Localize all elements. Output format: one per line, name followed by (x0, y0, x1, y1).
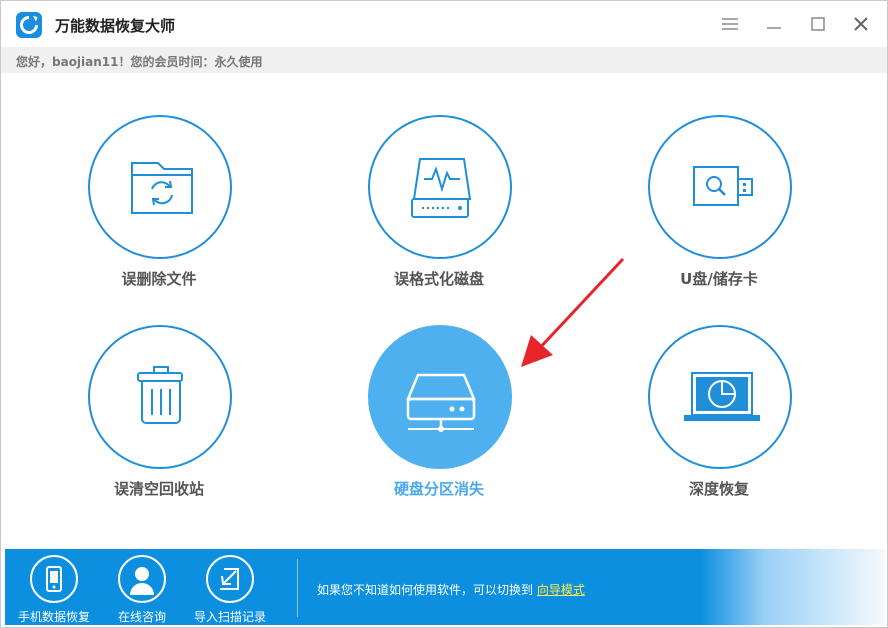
member-greeting: 您好，baojian11！您的会员时间：永久使用 (16, 55, 263, 69)
red-arrow-annotation (521, 257, 625, 367)
trash-icon[interactable] (88, 325, 232, 469)
member-info-bar: 您好，baojian11！您的会员时间：永久使用 (1, 47, 887, 73)
person-icon (118, 555, 166, 603)
tile-label: 误清空回收站 (113, 480, 204, 498)
app-logo-icon (16, 12, 42, 38)
hamburger-icon (722, 18, 738, 30)
tile-label: 硬盘分区消失 (393, 480, 484, 498)
app-window: 万能数据恢复大师 您好，baojian11！您的会员时间：永久使用 误删除文件 … (0, 0, 888, 628)
tile-label: 误删除文件 (121, 270, 197, 288)
usb-search-icon[interactable] (648, 115, 792, 259)
wizard-mode-link[interactable]: 向导模式 (537, 583, 585, 597)
hard-drive-icon[interactable] (368, 325, 512, 469)
maximize-icon (811, 17, 825, 31)
minimize-icon (767, 27, 781, 29)
bottom-bar: 手机数据恢复 在线咨询 导入扫描记录 如果您不知道如何使用软件，可以切换到 向导… (5, 549, 885, 625)
tile-label: U盘/储存卡 (680, 270, 758, 288)
phone-recovery-button[interactable]: 手机数据恢复 (9, 555, 99, 625)
menu-button[interactable] (719, 13, 741, 35)
tile-label: 误格式化磁盘 (393, 270, 484, 288)
title-bar[interactable]: 万能数据恢复大师 (1, 1, 887, 47)
wizard-tip: 如果您不知道如何使用软件，可以切换到 向导模式 (317, 581, 585, 598)
bottom-bar-fade (701, 549, 885, 625)
laptop-scan-icon[interactable] (648, 325, 792, 469)
app-title: 万能数据恢复大师 (55, 17, 176, 35)
folder-recycle-icon[interactable] (88, 115, 232, 259)
maximize-button[interactable] (807, 13, 829, 35)
online-consult-label: 在线咨询 (117, 610, 166, 624)
phone-recovery-label: 手机数据恢复 (17, 610, 90, 624)
bottom-divider (297, 559, 298, 617)
close-button[interactable] (850, 13, 872, 35)
import-scan-button[interactable]: 导入扫描记录 (185, 555, 275, 625)
wizard-tip-text: 如果您不知道如何使用软件，可以切换到 (317, 583, 534, 597)
disk-pulse-icon[interactable] (368, 115, 512, 259)
minimize-button[interactable] (763, 13, 785, 35)
online-consult-button[interactable]: 在线咨询 (97, 555, 187, 625)
tile-label: 深度恢复 (688, 480, 749, 498)
import-icon (206, 555, 254, 603)
import-scan-label: 导入扫描记录 (193, 610, 266, 624)
close-icon (854, 17, 868, 31)
phone-icon (30, 555, 78, 603)
